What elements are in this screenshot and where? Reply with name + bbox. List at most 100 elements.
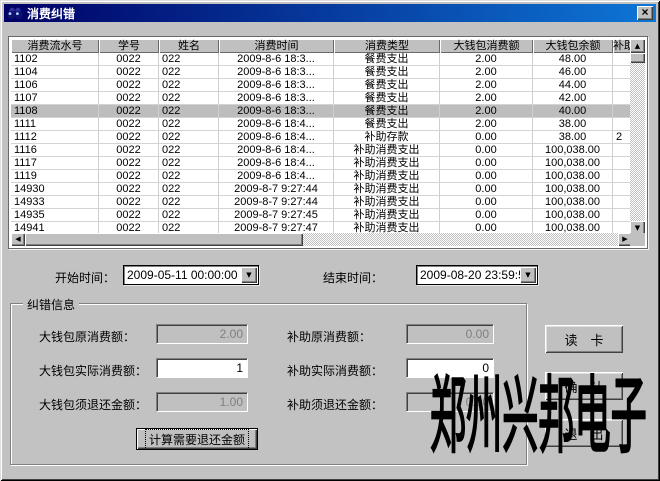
end-time-combobox[interactable]: 2009-08-20 23:59:59 ▼ [416,265,538,285]
confirm-button[interactable]: 确 认 [545,372,623,400]
table-row[interactable]: 110600220222009-8-6 18:3...餐费支出2.0044.00 [11,79,632,92]
table-cell: 100,038.00 [533,157,613,170]
table-cell: 0022 [99,157,159,170]
table-cell: 38.00 [533,131,613,144]
table-cell: 022 [159,79,219,92]
correction-info-group: 纠错信息 大钱包原消费额： 大钱包实际消费额： 大钱包须退还金额： 补助原消费额… [10,303,527,465]
table-cell: 0022 [99,66,159,79]
table-cell: 0022 [99,118,159,131]
table-row[interactable]: 111100220222009-8-6 18:4...餐费支出2.0038.00 [11,118,632,131]
table-cell: 2.00 [440,105,533,118]
calculate-refund-button[interactable]: 计算需要退还金额 [136,428,258,450]
end-time-value: 2009-08-20 23:59:59 [417,268,520,282]
window-title: 消费纠错 [27,5,637,22]
table-row[interactable]: 111900220222009-8-6 18:4...补助消费支出0.00100… [11,170,632,183]
column-header[interactable]: 大钱包余额 [533,39,613,53]
wallet-actual-field[interactable] [156,358,248,378]
table-row[interactable]: 111200220222009-8-6 18:4...补助存款0.0038.00… [11,131,632,144]
table-cell: 022 [159,66,219,79]
vertical-scrollbar-track[interactable] [630,63,645,221]
table-row[interactable]: 1493000220222009-8-7 9:27:44补助消费支出0.0010… [11,183,632,196]
vertical-scrollbar-thumb[interactable] [630,53,645,63]
table-cell: 2009-8-6 18:3... [219,105,334,118]
start-time-combobox[interactable]: 2009-05-11 00:00:00 ▼ [123,265,259,285]
table-row[interactable]: 111600220222009-8-6 18:4...补助消费支出0.00100… [11,144,632,157]
scroll-up-icon[interactable]: ▲ [630,39,645,53]
wallet-refund-field [156,392,248,412]
column-header[interactable]: 消费时间 [219,39,334,53]
table-cell: 0.00 [440,131,533,144]
group-legend: 纠错信息 [23,296,79,313]
table-cell: 022 [159,183,219,196]
close-button[interactable]: × [637,6,653,20]
table-cell: 0.00 [440,170,533,183]
column-header[interactable]: 姓名 [159,39,219,53]
chevron-down-icon[interactable]: ▼ [241,267,257,283]
column-header[interactable]: 学号 [99,39,159,53]
wallet-original-label: 大钱包原消费额： [39,328,135,345]
table-cell: 餐费支出 [334,92,440,105]
subsidy-actual-field[interactable] [406,358,494,378]
table-cell: 0022 [99,196,159,209]
table-row[interactable]: 110200220222009-8-6 18:3...餐费支出2.0048.00 [11,53,632,66]
table-cell: 1107 [11,92,99,105]
table-cell: 2009-8-6 18:4... [219,170,334,183]
start-time-value: 2009-05-11 00:00:00 [124,268,241,282]
scroll-left-icon[interactable]: ◀ [11,233,25,246]
table-cell: 022 [159,118,219,131]
column-header[interactable]: 大钱包消费额 [440,39,533,53]
table-cell: 2009-8-7 9:27:44 [219,183,334,196]
table-cell: 1117 [11,157,99,170]
horizontal-scrollbar-track[interactable] [303,233,618,246]
table-row[interactable]: 110400220222009-8-6 18:3...餐费支出2.0046.00 [11,66,632,79]
table-cell: 餐费支出 [334,105,440,118]
table-cell: 2.00 [440,92,533,105]
table-row[interactable]: 111700220222009-8-6 18:4...补助消费支出0.00100… [11,157,632,170]
chevron-down-icon[interactable]: ▼ [520,267,536,283]
table-cell: 0.00 [440,196,533,209]
table-cell: 022 [159,105,219,118]
column-header[interactable]: 消费类型 [334,39,440,53]
subsidy-original-label: 补助原消费额： [287,328,371,345]
table-cell: 1102 [11,53,99,66]
table-row[interactable]: 1493300220222009-8-7 9:27:44补助消费支出0.0010… [11,196,632,209]
table-cell: 0.00 [440,183,533,196]
table-cell: 42.00 [533,92,613,105]
table-cell: 14935 [11,209,99,222]
table-row[interactable]: 110700220222009-8-6 18:3...餐费支出2.0042.00 [11,92,632,105]
table-cell: 餐费支出 [334,79,440,92]
start-time-label: 开始时间： [55,269,115,286]
table-cell: 44.00 [533,79,613,92]
table-cell: 2009-8-6 18:3... [219,79,334,92]
table-cell: 1119 [11,170,99,183]
table-cell: 0.00 [440,144,533,157]
wallet-actual-label: 大钱包实际消费额： [39,362,147,379]
scrollbar-corner [630,233,645,246]
vertical-scrollbar[interactable]: ▲ ▼ [630,39,645,235]
table-cell: 100,038.00 [533,183,613,196]
table-cell: 100,038.00 [533,196,613,209]
table-cell: 0022 [99,209,159,222]
column-header[interactable]: 消费流水号 [11,39,99,53]
table-row[interactable]: 110800220222009-8-6 18:3...餐费支出2.0040.00 [11,105,632,118]
read-card-button[interactable]: 读 卡 [545,325,623,353]
table-row[interactable]: 1493500220222009-8-7 9:27:45补助消费支出0.0010… [11,209,632,222]
table-cell: 0022 [99,105,159,118]
subsidy-original-field [406,324,494,344]
wallet-original-field [156,324,248,344]
exit-button[interactable]: 退 出 [545,419,623,447]
table-cell: 1116 [11,144,99,157]
table-cell: 0022 [99,53,159,66]
subsidy-refund-label: 补助须退还金额： [287,396,383,413]
horizontal-scrollbar-thumb[interactable] [25,233,303,246]
table-cell: 2009-8-6 18:3... [219,92,334,105]
horizontal-scrollbar[interactable]: ◀ ▶ [11,233,632,246]
binoculars-icon [7,6,23,20]
table-cell: 2.00 [440,79,533,92]
table-cell: 100,038.00 [533,170,613,183]
table-cell: 2009-8-7 9:27:44 [219,196,334,209]
table-cell: 48.00 [533,53,613,66]
table-cell: 0022 [99,79,159,92]
table-cell: 022 [159,131,219,144]
table-cell: 补助消费支出 [334,170,440,183]
